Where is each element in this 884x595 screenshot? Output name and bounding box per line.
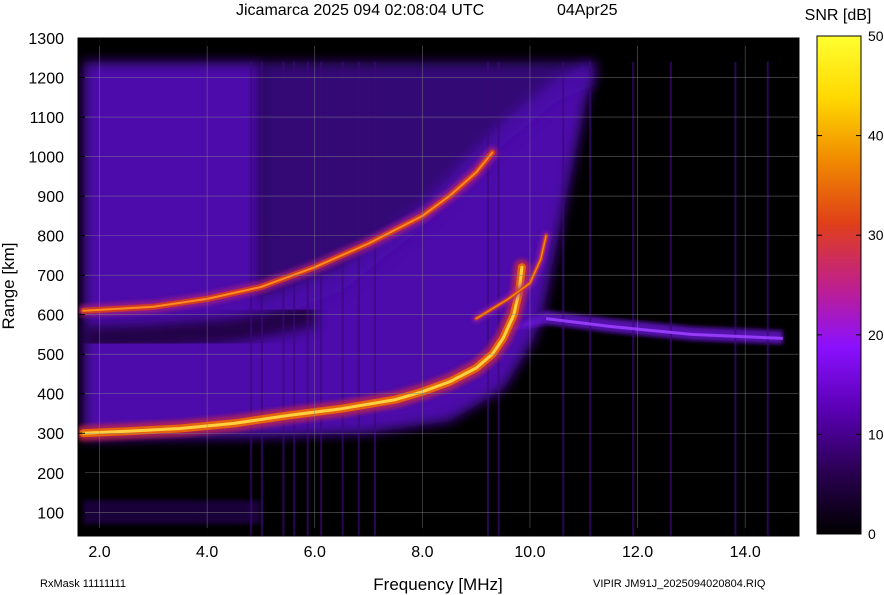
colorbar-tick-label: 20 — [868, 327, 884, 343]
chart-date: 04Apr25 — [557, 2, 618, 19]
interference-stripe — [632, 61, 635, 536]
interference-stripe — [341, 61, 344, 536]
colorbar-scale — [816, 35, 862, 535]
colorbar-label: SNR [dB] — [805, 7, 872, 24]
y-tick-label: 400 — [37, 387, 64, 404]
y-axis: 100 200 300 400 500 600 700 800 900 1000 1100 1200 1… — [28, 31, 85, 522]
x-axis-label: Frequency [MHz] — [373, 575, 502, 594]
x-tick-label: 6.0 — [304, 544, 326, 561]
x-tick-label: 14.0 — [730, 544, 761, 561]
colorbar-tick-label: 10 — [868, 426, 884, 442]
file-name-label: VIPIR JM91J_2025094020804.RIQ — [593, 578, 766, 590]
y-tick-label: 800 — [37, 229, 64, 246]
colorbar: SNR [dB] 0 10 20 30 40 50 — [805, 7, 884, 542]
interference-stripe — [306, 61, 309, 536]
y-axis-label: Range [km] — [0, 243, 18, 330]
interference-stripe — [486, 61, 489, 536]
x-tick-label: 2.0 — [88, 544, 110, 561]
colorbar-tick-label: 0 — [868, 526, 876, 542]
rx-mask-label: RxMask 11111111 — [40, 578, 126, 590]
x-tick-label: 4.0 — [196, 544, 218, 561]
ionogram-chart: Jicamarca 2025 094 02:08:04 UTC 04Apr25 … — [0, 2, 884, 594]
colorbar-tick-label: 50 — [868, 28, 884, 44]
plot-area — [78, 38, 799, 536]
y-tick-label: 600 — [37, 308, 64, 325]
interference-stripe — [766, 61, 769, 536]
interference-stripe — [357, 61, 360, 536]
y-tick-label: 500 — [37, 347, 64, 364]
y-tick-label: 200 — [37, 466, 64, 483]
interference-stripe — [250, 61, 253, 536]
colorbar-tick-label: 30 — [868, 227, 884, 243]
interference-stripe — [589, 61, 592, 536]
y-tick-label: 1300 — [28, 31, 64, 48]
y-tick-label: 700 — [37, 268, 64, 285]
interference-stripe — [734, 61, 737, 536]
interference-stripe — [497, 61, 500, 536]
x-tick-label: 12.0 — [622, 544, 653, 561]
y-tick-label: 1200 — [28, 71, 64, 88]
chart-title: Jicamarca 2025 094 02:08:04 UTC — [236, 2, 484, 19]
interference-stripe — [282, 61, 285, 536]
y-tick-label: 1000 — [28, 150, 64, 167]
y-tick-label: 100 — [37, 505, 64, 522]
interference-stripe — [293, 61, 296, 536]
y-tick-label: 900 — [37, 189, 64, 206]
interference-stripe — [669, 61, 672, 536]
x-tick-label: 10.0 — [514, 544, 545, 561]
x-tick-label: 8.0 — [411, 544, 433, 561]
colorbar-tick-label: 40 — [868, 128, 884, 144]
interference-stripe — [260, 61, 263, 536]
interference-stripe — [562, 61, 565, 536]
y-tick-label: 1100 — [30, 110, 65, 127]
interference-stripe — [320, 61, 323, 536]
interference-stripe — [373, 61, 376, 536]
y-tick-label: 300 — [37, 426, 64, 443]
